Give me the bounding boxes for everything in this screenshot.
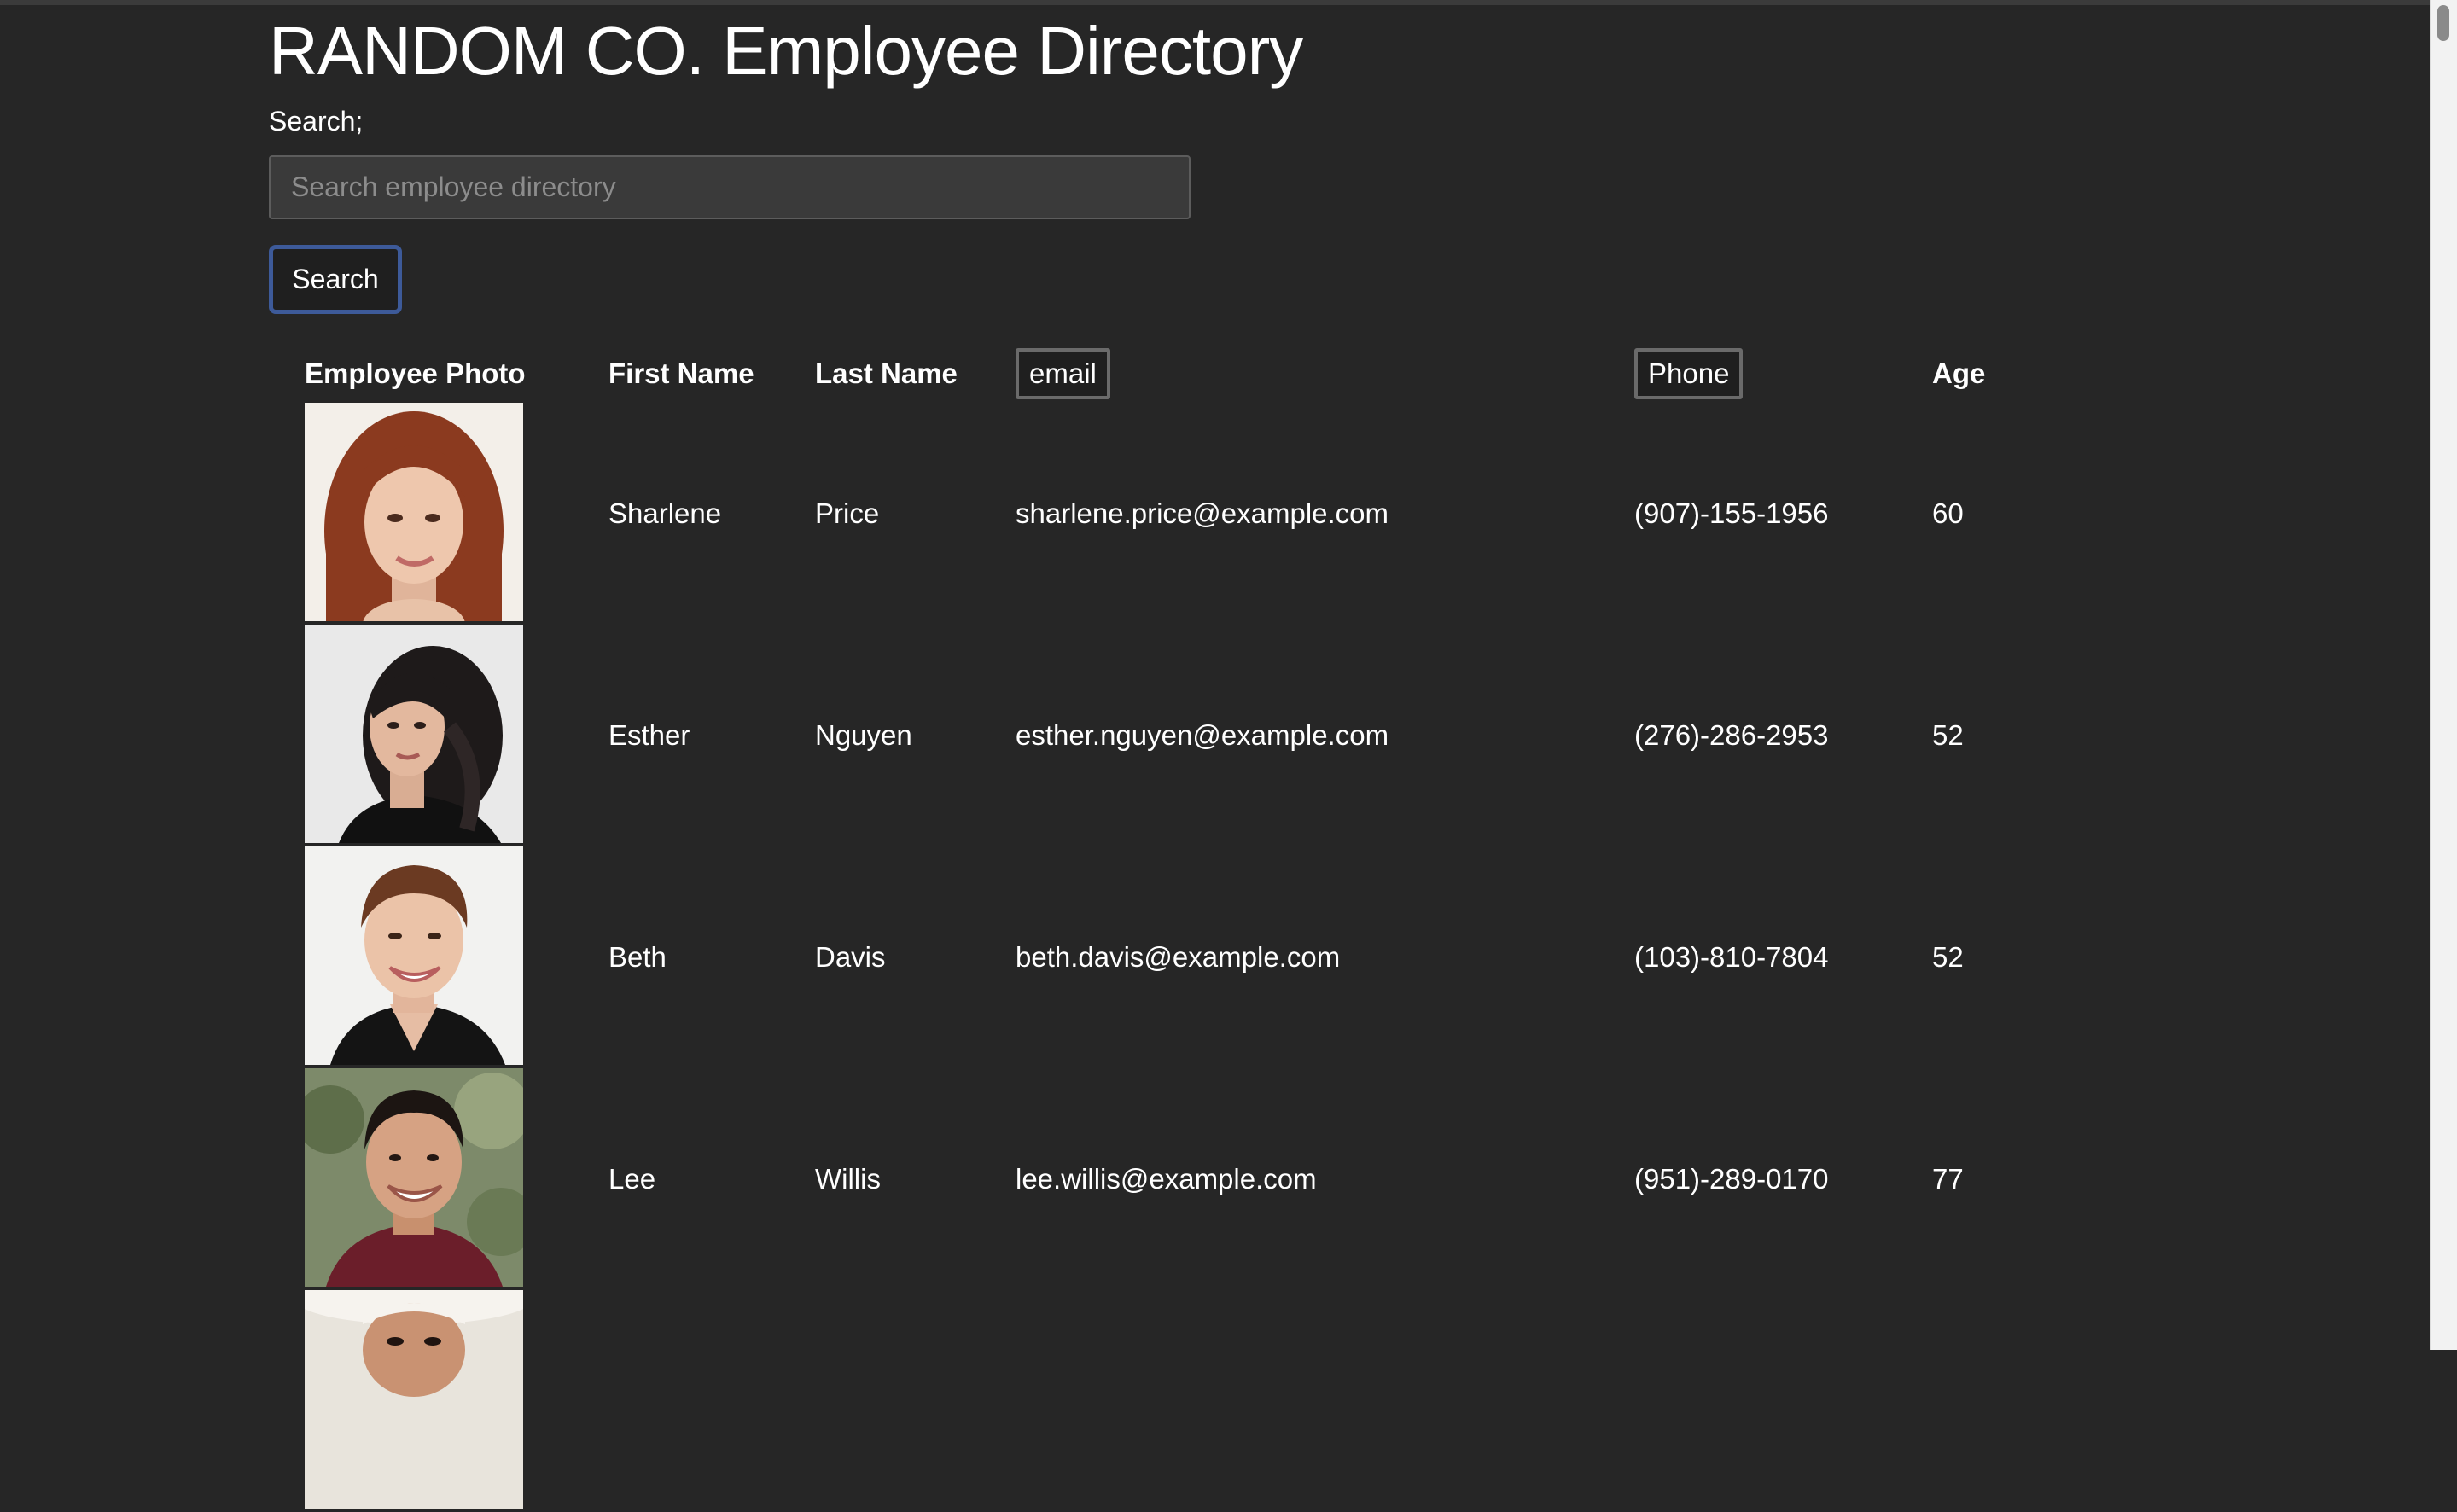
table-row: Lee Willis lee.willis@example.com (951)-… [269,1068,2232,1290]
search-label: Search; [269,106,364,137]
employee-photo [305,1290,523,1509]
employee-photo [305,1068,523,1287]
phone-cell: (951)-289-0170 [1634,1163,1829,1195]
last-name-cell: Nguyen [815,719,912,751]
header-age: Age [1932,358,1986,389]
scrollbar-thumb[interactable] [2437,5,2449,41]
header-last-name: Last Name [815,358,958,389]
vertical-scrollbar[interactable] [2430,0,2457,1350]
table-row: Beth Davis beth.davis@example.com (103)-… [269,846,2232,1068]
email-cell: lee.willis@example.com [1016,1163,1317,1195]
header-employee-photo: Employee Photo [305,358,526,389]
email-cell: beth.davis@example.com [1016,941,1341,973]
phone-cell: (907)-155-1956 [1634,497,1829,529]
window-top-edge [0,0,2431,5]
employee-photo [305,846,523,1065]
sort-email-button[interactable]: email [1016,348,1110,399]
email-cell: esther.nguyen@example.com [1016,719,1389,751]
search-input[interactable] [269,155,1191,219]
table-row [269,1290,2232,1512]
last-name-cell: Willis [815,1163,881,1195]
search-button[interactable]: Search [269,245,402,314]
employee-photo [305,625,523,843]
table-row: Sharlene Price sharlene.price@example.co… [269,403,2232,625]
employee-photo [305,403,523,621]
first-name-cell: Lee [608,1163,656,1195]
header-first-name: First Name [608,358,754,389]
page-title: RANDOM CO. Employee Directory [269,13,1303,89]
table-row: Esther Nguyen esther.nguyen@example.com … [269,625,2232,846]
first-name-cell: Beth [608,941,667,973]
age-cell: 77 [1932,1163,1964,1195]
phone-cell: (103)-810-7804 [1634,941,1829,973]
age-cell: 52 [1932,719,1964,751]
first-name-cell: Sharlene [608,497,722,529]
last-name-cell: Davis [815,941,886,973]
phone-cell: (276)-286-2953 [1634,719,1829,751]
sort-phone-button[interactable]: Phone [1634,348,1744,399]
last-name-cell: Price [815,497,880,529]
age-cell: 52 [1932,941,1964,973]
email-cell: sharlene.price@example.com [1016,497,1389,529]
first-name-cell: Esther [608,719,690,751]
age-cell: 60 [1932,497,1964,529]
